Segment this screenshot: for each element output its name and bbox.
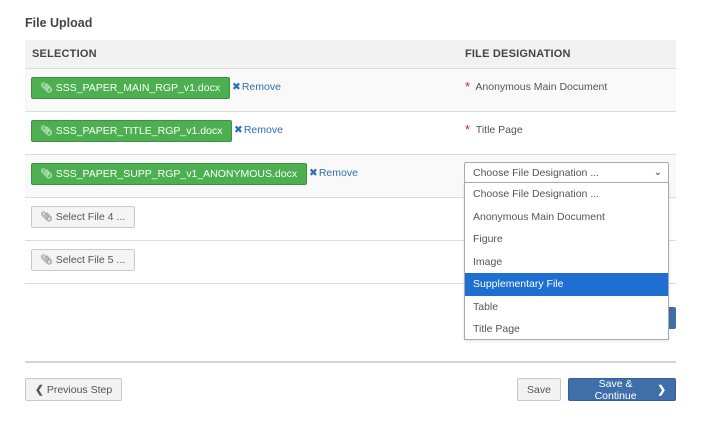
dropdown-option[interactable]: Anonymous Main Document — [465, 206, 668, 229]
file-name: SSS_PAPER_SUPP_RGP_v1_ANONYMOUS.docx — [55, 168, 298, 180]
table-row: 📎︎ SSS_PAPER_MAIN_RGP_v1.docx ✖Remove * … — [25, 69, 676, 112]
paperclip-icon: 📎︎ — [40, 125, 53, 137]
file-name: SSS_PAPER_MAIN_RGP_v1.docx — [55, 82, 221, 94]
uploaded-file-button-2[interactable]: 📎︎ SSS_PAPER_TITLE_RGP_v1.docx — [31, 120, 233, 142]
chevron-down-icon: ⌄ — [653, 167, 662, 178]
header-selection: SELECTION — [32, 48, 97, 60]
uploaded-file-button-1[interactable]: 📎︎ SSS_PAPER_MAIN_RGP_v1.docx — [31, 77, 231, 99]
save-and-continue-button[interactable]: Save & Continue ❯ — [568, 378, 676, 402]
file-designation-2: * Title Page — [465, 122, 523, 137]
file-designation-select[interactable]: Choose File Designation ... ⌄ — [464, 162, 669, 184]
dropdown-option[interactable]: Figure — [465, 228, 668, 251]
dropdown-option[interactable]: Image — [465, 251, 668, 274]
remove-file-link-2[interactable]: ✖Remove — [234, 124, 283, 136]
save-button[interactable]: Save — [517, 378, 561, 401]
header-file-designation: FILE DESIGNATION — [465, 48, 571, 60]
table-header: SELECTION FILE DESIGNATION — [25, 40, 676, 69]
close-icon: ✖ — [232, 81, 241, 93]
select-file-5-button[interactable]: 📎︎ Select File 5 ... — [31, 249, 136, 271]
file-name: SSS_PAPER_TITLE_RGP_v1.docx — [55, 125, 223, 137]
table-row: 📎︎ SSS_PAPER_TITLE_RGP_v1.docx ✖Remove *… — [25, 112, 676, 155]
chevron-left-icon: ❮ — [35, 383, 44, 396]
required-marker: * — [465, 79, 471, 94]
remove-file-link-1[interactable]: ✖Remove — [232, 81, 281, 93]
select-value: Choose File Designation ... — [473, 167, 600, 179]
dropdown-option[interactable]: Choose File Designation ... — [465, 183, 668, 206]
dropdown-option-highlighted[interactable]: Supplementary File — [465, 273, 668, 296]
dropdown-option[interactable]: Table — [465, 296, 668, 319]
remove-file-link-3[interactable]: ✖Remove — [309, 167, 358, 179]
chevron-right-icon: ❯ — [657, 383, 666, 396]
dropdown-option[interactable]: Title Page — [465, 318, 668, 341]
previous-step-button[interactable]: ❮ Previous Step — [25, 378, 123, 401]
footer-divider — [25, 361, 676, 363]
uploaded-file-button-3[interactable]: 📎︎ SSS_PAPER_SUPP_RGP_v1_ANONYMOUS.docx — [31, 163, 308, 185]
paperclip-icon: 📎︎ — [40, 211, 53, 223]
file-designation-dropdown-list: Choose File Designation ... Anonymous Ma… — [464, 182, 669, 340]
paperclip-icon: 📎︎ — [40, 82, 53, 94]
paperclip-icon: 📎︎ — [40, 168, 53, 180]
file-designation-1: * Anonymous Main Document — [465, 79, 608, 94]
paperclip-icon: 📎︎ — [40, 254, 53, 266]
required-marker: * — [465, 122, 471, 137]
page-title: File Upload — [25, 16, 93, 30]
close-icon: ✖ — [309, 167, 318, 179]
close-icon: ✖ — [234, 124, 243, 136]
select-file-4-button[interactable]: 📎︎ Select File 4 ... — [31, 206, 136, 228]
